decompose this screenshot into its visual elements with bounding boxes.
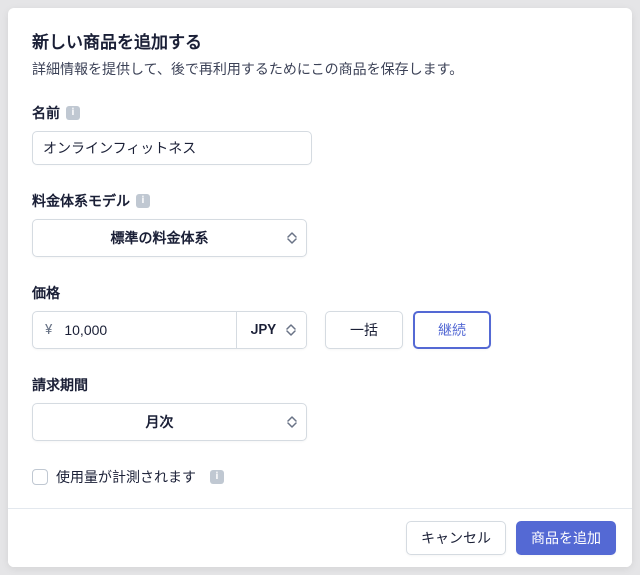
modal-header: 新しい商品を追加する 詳細情報を提供して、後で再利用するためにこの商品を保存しま… bbox=[8, 8, 632, 95]
info-icon[interactable]: i bbox=[136, 194, 150, 208]
usage-metered-row: 使用量が計測されます i bbox=[32, 467, 608, 487]
billing-type-toggle: 一括 継続 bbox=[325, 311, 491, 349]
price-input-group: ¥ JPY bbox=[32, 311, 307, 349]
pricing-model-field: 料金体系モデル i 標準の料金体系 bbox=[32, 191, 608, 257]
name-label: 名前 bbox=[32, 103, 60, 123]
billing-period-field: 請求期間 月次 bbox=[32, 375, 608, 441]
price-label: 価格 bbox=[32, 283, 60, 303]
currency-select[interactable]: JPY bbox=[236, 312, 306, 348]
billing-period-label: 請求期間 bbox=[32, 375, 88, 395]
pricing-model-select[interactable]: 標準の料金体系 bbox=[32, 219, 307, 257]
cancel-button[interactable]: キャンセル bbox=[406, 521, 506, 555]
currency-code: JPY bbox=[251, 322, 276, 338]
name-input[interactable] bbox=[32, 131, 312, 165]
modal-body: 名前 i 料金体系モデル i 標準の料金体系 価格 bbox=[8, 95, 632, 508]
submit-button[interactable]: 商品を追加 bbox=[516, 521, 616, 555]
currency-symbol: ¥ bbox=[33, 312, 60, 348]
pricing-model-label: 料金体系モデル bbox=[32, 191, 130, 211]
usage-metered-checkbox[interactable] bbox=[32, 469, 48, 485]
one-time-button[interactable]: 一括 bbox=[325, 311, 403, 349]
name-field: 名前 i bbox=[32, 103, 608, 165]
price-field: 価格 ¥ JPY 一括 継続 bbox=[32, 283, 608, 349]
billing-period-select[interactable]: 月次 bbox=[32, 403, 307, 441]
info-icon[interactable]: i bbox=[210, 470, 224, 484]
info-icon[interactable]: i bbox=[66, 106, 80, 120]
recurring-button[interactable]: 継続 bbox=[413, 311, 491, 349]
modal-subtitle: 詳細情報を提供して、後で再利用するためにこの商品を保存します。 bbox=[32, 59, 608, 79]
usage-metered-label: 使用量が計測されます bbox=[56, 467, 196, 487]
chevron-updown-icon bbox=[286, 324, 296, 336]
price-amount-input[interactable] bbox=[60, 312, 235, 348]
add-product-modal: 新しい商品を追加する 詳細情報を提供して、後で再利用するためにこの商品を保存しま… bbox=[8, 8, 632, 567]
modal-title: 新しい商品を追加する bbox=[32, 28, 608, 53]
modal-footer: キャンセル 商品を追加 bbox=[8, 508, 632, 567]
